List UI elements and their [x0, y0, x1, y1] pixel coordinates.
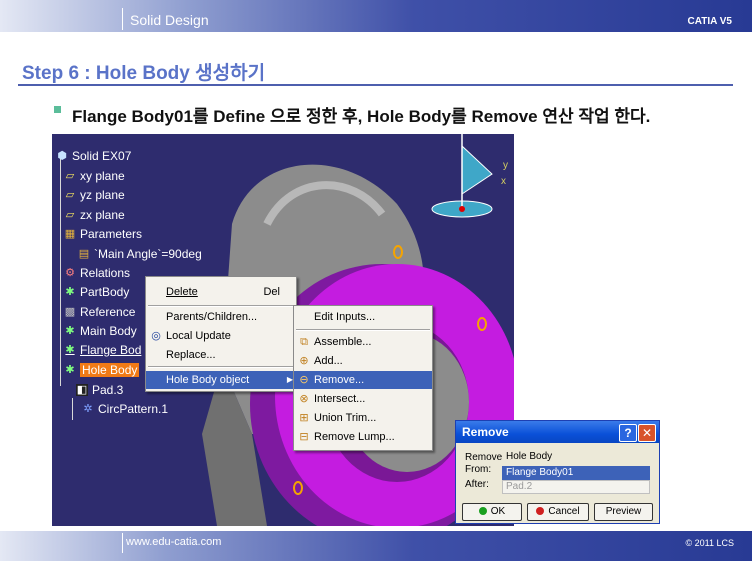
menu-item-union-trim[interactable]: ⊞ Union Trim... [294, 409, 432, 427]
intersect-icon: ⊗ [299, 393, 309, 405]
pad-icon: ◧ [76, 384, 88, 396]
tree-branch [72, 398, 73, 420]
reference-icon: ▩ [64, 306, 76, 318]
tree-item-main-angle[interactable]: ▤ `Main Angle`=90deg [78, 246, 202, 262]
compass-x-label: x [501, 176, 506, 187]
update-icon: ◎ [151, 330, 161, 342]
from-label: From: [465, 464, 492, 475]
tree-item-flange-body[interactable]: ✱ Flange Bod [64, 342, 141, 358]
assemble-icon: ⧉ [300, 336, 308, 348]
header-brand: CATIA V5 [687, 16, 732, 27]
menu-item-intersect[interactable]: ⊗ Intersect... [294, 390, 432, 408]
body-icon: ✱ [65, 344, 75, 356]
tree-item-solid-ex07[interactable]: ⬢ Solid EX07 [56, 148, 131, 164]
compass-origin [459, 206, 465, 212]
tree-trunk [60, 156, 61, 386]
remove-lump-icon: ⊟ [299, 431, 309, 443]
compass-y-label: y [503, 160, 508, 171]
context-menu: Delete Del Parents/Children... ◎ Local Upd… [145, 276, 297, 392]
menu-item-delete[interactable]: Delete Del [146, 283, 296, 301]
menu-item-remove-lump[interactable]: ⊟ Remove Lump... [294, 428, 432, 446]
close-button[interactable]: ✕ [638, 424, 656, 442]
tree-item-reference[interactable]: ▩ Reference [64, 304, 136, 320]
from-field[interactable]: Flange Body01 [502, 466, 650, 480]
relations-icon: ⚙ [65, 267, 75, 279]
remove-icon: ⊖ [299, 374, 309, 386]
preview-button[interactable]: Preview [594, 503, 653, 521]
remove-dialog: Remove ? ✕ Remove Hole Body From: Flange… [455, 420, 660, 524]
cancel-button[interactable]: Cancel [527, 503, 589, 521]
menu-item-assemble[interactable]: ⧉ Assemble... [294, 333, 432, 351]
bullet-icon [54, 106, 61, 113]
body-icon: ✱ [65, 364, 75, 376]
footer-bar: www.edu-catia.com © 2011 LCS [0, 531, 752, 561]
compass-plane-yz [461, 144, 493, 195]
menu-item-add[interactable]: ⊕ Add... [294, 352, 432, 370]
footer-separator [122, 533, 123, 553]
after-label: After: [465, 479, 489, 490]
footer-copyright: © 2011 LCS [685, 538, 735, 548]
body-icon: ✱ [65, 325, 75, 337]
remove-field[interactable]: Hole Body [503, 451, 649, 463]
header-separator [122, 8, 123, 30]
plane-icon: ▱ [65, 209, 75, 221]
remove-label: Remove [465, 452, 503, 463]
tree-item-hole-body[interactable]: ✱ Hole Body [64, 362, 140, 378]
plane-icon: ▱ [65, 189, 75, 201]
dialog-title: Remove [462, 425, 509, 439]
footer-url[interactable]: www.edu-catia.com [126, 536, 221, 548]
cancel-icon [536, 507, 545, 516]
tree-item-parameters[interactable]: ▦ Parameters [64, 226, 142, 242]
plane-icon: ▱ [65, 170, 75, 182]
menu-separator [148, 366, 294, 368]
help-button[interactable]: ? [619, 424, 637, 442]
parameter-icon: ▤ [78, 248, 90, 260]
parameters-icon: ▦ [64, 228, 76, 240]
menu-separator [296, 329, 430, 331]
delete-shortcut: Del [263, 286, 280, 298]
title-underline [18, 84, 733, 86]
header-title: Solid Design [130, 12, 209, 28]
part-icon: ⬢ [57, 150, 67, 162]
menu-item-local-update[interactable]: ◎ Local Update [146, 327, 296, 345]
menu-item-remove[interactable]: ⊖ Remove... [294, 371, 432, 389]
body-icon: ✱ [65, 286, 75, 298]
tree-item-pad3[interactable]: ◧ Pad.3 [76, 382, 123, 398]
menu-item-parents-children[interactable]: Parents/Children... [146, 308, 296, 326]
dialog-titlebar[interactable]: Remove ? ✕ [456, 421, 659, 443]
tree-item-partbody[interactable]: ✱ PartBody [64, 284, 129, 300]
tree-item-xy-plane[interactable]: ▱ xy plane [64, 168, 125, 184]
menu-item-edit-inputs[interactable]: Edit Inputs... [294, 308, 432, 326]
instruction-text: Flange Body01를 Define 으로 정한 후, Hole Body… [72, 107, 651, 126]
tree-item-zx-plane[interactable]: ▱ zx plane [64, 207, 125, 223]
menu-separator [148, 305, 294, 307]
add-icon: ⊕ [299, 355, 309, 367]
tree-item-relations[interactable]: ⚙ Relations [64, 265, 130, 281]
union-trim-icon: ⊞ [299, 412, 309, 424]
ok-button[interactable]: OK [462, 503, 522, 521]
pattern-icon: ✲ [83, 403, 93, 415]
tree-item-main-body[interactable]: ✱ Main Body [64, 323, 136, 339]
submenu: Edit Inputs... ⧉ Assemble... ⊕ Add... ⊖ Rem… [293, 305, 433, 451]
menu-item-replace[interactable]: Replace... [146, 346, 296, 364]
header-bar: Solid Design CATIA V5 [0, 0, 752, 32]
ok-icon [478, 507, 487, 516]
catia-3d-viewport[interactable]: y x ⬢ Solid EX07 ▱ xy plane ▱ yz plane ▱ zx … [52, 134, 514, 526]
page-title: Step 6 : Hole Body 생성하기 [22, 63, 266, 84]
after-field: Pad.2 [502, 480, 650, 494]
tree-item-circpattern1[interactable]: ✲ CircPattern.1 [82, 401, 168, 417]
menu-item-hole-body-object[interactable]: Hole Body object ▶ [146, 371, 296, 389]
tree-item-yz-plane[interactable]: ▱ yz plane [64, 187, 125, 203]
